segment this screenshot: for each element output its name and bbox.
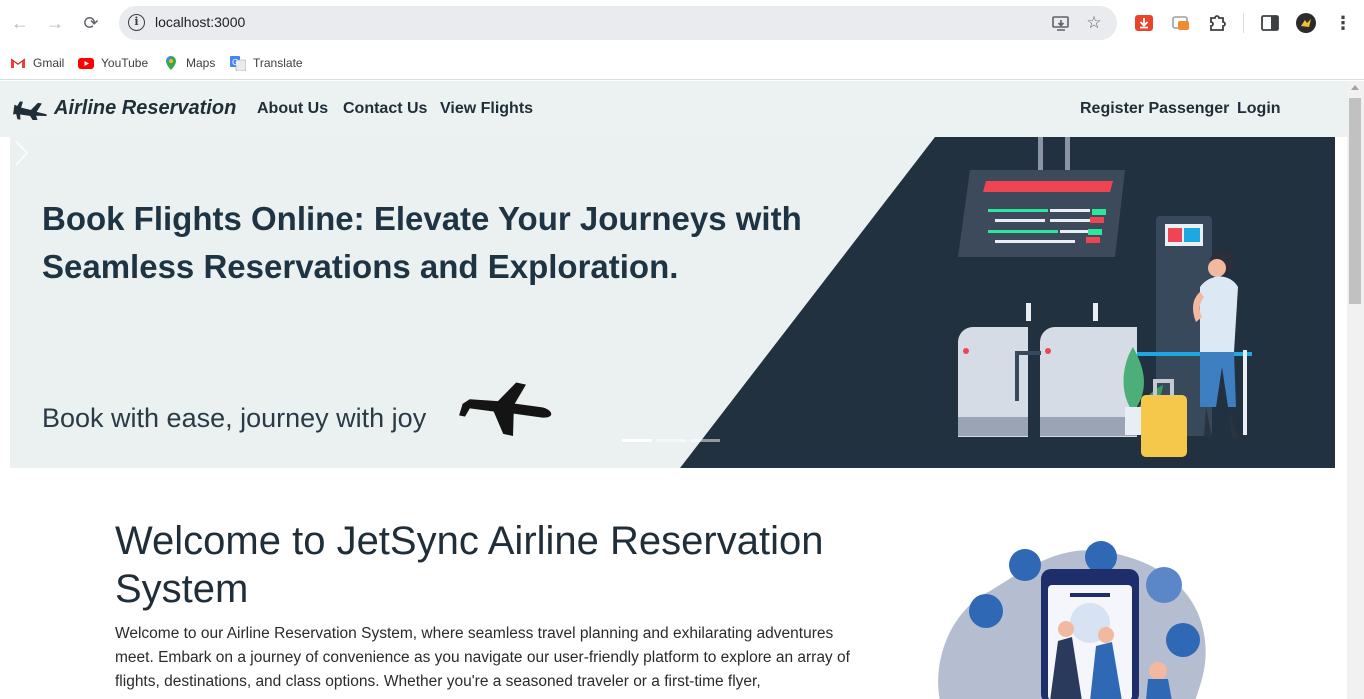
browser-menu-icon[interactable]: ⋮: [1334, 12, 1352, 34]
maps-icon: [166, 56, 176, 70]
nav-register-passenger[interactable]: Register Passenger: [1080, 100, 1229, 118]
airplane-logo-icon: [13, 100, 47, 120]
nav-login[interactable]: Login: [1237, 100, 1281, 118]
welcome-title: Welcome to JetSync Airline Reservation S…: [115, 519, 824, 611]
scrollbar-thumb[interactable]: [1349, 98, 1361, 304]
welcome-paragraph: Welcome to our Airline Reservation Syste…: [115, 625, 850, 690]
extensions-puzzle-icon[interactable]: [1206, 12, 1228, 34]
site-info-icon[interactable]: i: [128, 14, 145, 31]
mobile-booking-illustration: [938, 541, 1206, 699]
brand-name: Airline Reservation: [54, 97, 237, 119]
bookmark-youtube[interactable]: YouTube: [78, 52, 148, 74]
bookmarks-bar: Gmail YouTube Maps G Translate: [0, 46, 1364, 80]
carousel-indicator-3[interactable]: [690, 439, 720, 442]
carousel-indicators: [622, 439, 724, 442]
back-arrow-icon[interactable]: ←: [8, 11, 32, 35]
hero-title: Book Flights Online: Elevate Your Journe…: [42, 200, 802, 285]
bookmark-maps[interactable]: Maps: [163, 52, 215, 74]
browser-toolbar: ← → ⟳ i localhost:3000 ☆ ⋮: [0, 0, 1364, 46]
forward-arrow-icon[interactable]: →: [43, 11, 67, 35]
scroll-up-arrow-icon[interactable]: [1351, 85, 1359, 90]
nav-contact-us[interactable]: Contact Us: [343, 100, 427, 118]
page-scrollbar[interactable]: [1347, 81, 1364, 699]
screenshot-extension-icon[interactable]: [1170, 12, 1192, 34]
toolbar-divider: [1243, 13, 1244, 33]
bookmark-translate[interactable]: G Translate: [230, 52, 303, 74]
hero-subtitle: Book with ease, journey with joy: [42, 403, 427, 433]
address-url[interactable]: localhost:3000: [155, 14, 245, 30]
install-app-icon[interactable]: [1051, 13, 1071, 33]
youtube-icon: [78, 58, 94, 69]
site-navbar: Airline Reservation About Us Contact Us …: [0, 81, 1347, 137]
page-viewport: Airline Reservation About Us Contact Us …: [0, 81, 1347, 699]
side-panel-icon[interactable]: [1259, 12, 1281, 34]
reload-icon[interactable]: ⟳: [79, 11, 103, 35]
carousel-indicator-2[interactable]: [656, 439, 686, 442]
hero-carousel: Book Flights Online: Elevate Your Journe…: [10, 137, 1335, 468]
address-bar[interactable]: i localhost:3000 ☆: [119, 6, 1117, 40]
carousel-indicator-1[interactable]: [622, 439, 652, 442]
brand-link[interactable]: Airline Reservation: [12, 97, 236, 120]
gmail-icon: [10, 58, 26, 68]
svg-text:G: G: [232, 58, 238, 67]
nav-view-flights[interactable]: View Flights: [440, 100, 533, 118]
bookmark-star-icon[interactable]: ☆: [1084, 13, 1104, 33]
translate-icon: G: [230, 56, 246, 71]
profile-avatar[interactable]: [1295, 12, 1317, 34]
bookmark-gmail[interactable]: Gmail: [10, 52, 64, 74]
nav-about-us[interactable]: About Us: [257, 100, 328, 118]
carousel-next-chevron-icon[interactable]: [10, 137, 32, 169]
download-extension-icon[interactable]: [1133, 12, 1155, 34]
